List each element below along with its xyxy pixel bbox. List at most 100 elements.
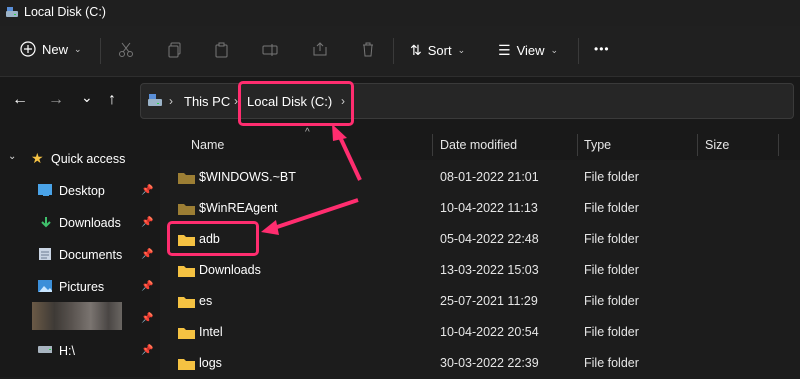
desktop-icon (38, 184, 52, 196)
highlight-box-address (238, 81, 354, 126)
sidebar-item-redacted[interactable]: 📌 (0, 302, 160, 334)
sidebar-item-label: Desktop (59, 184, 105, 198)
folder-icon (178, 204, 195, 215)
star-icon: ★ (31, 150, 44, 166)
column-divider[interactable] (432, 134, 433, 156)
sidebar-item-pictures[interactable]: Pictures 📌 (0, 272, 160, 302)
file-name: logs (199, 356, 222, 370)
sidebar-item-quick-access[interactable]: ⌄ ★ Quick access (0, 144, 160, 174)
file-type: File folder (584, 325, 639, 339)
file-date: 10-04-2022 20:54 (440, 325, 539, 339)
column-name[interactable]: Name (191, 138, 224, 152)
sort-label: Sort (427, 43, 452, 58)
chevron-right-icon: › (169, 94, 173, 108)
drive-icon (6, 7, 18, 17)
up-arrow-icon[interactable]: ↑ (108, 91, 116, 109)
paste-icon[interactable] (214, 42, 230, 58)
sidebar-item-h-drive[interactable]: H:\ 📌 (0, 336, 160, 366)
recent-locations-chevron-icon[interactable]: ⌄ (81, 89, 93, 106)
copy-icon[interactable] (167, 42, 183, 58)
toolbar-separator (578, 38, 579, 64)
sort-button[interactable]: ⇅ Sort ⌄ (410, 42, 465, 59)
pin-icon[interactable]: 📌 (141, 217, 153, 228)
column-divider[interactable] (697, 134, 698, 156)
sidebar-item-label: H:\ (59, 344, 75, 358)
new-label: New (42, 41, 69, 57)
file-name: $WINDOWS.~BT (199, 170, 296, 184)
file-date: 30-03-2022 22:39 (440, 356, 539, 370)
file-type: File folder (584, 294, 639, 308)
file-name: Downloads (199, 263, 261, 277)
forward-arrow-icon[interactable]: → (48, 91, 64, 109)
command-bar: New ⌄ ⇅ Sort ⌄ ☰ View ⌄ ••• (0, 26, 800, 77)
file-date: 05-04-2022 22:48 (440, 232, 539, 246)
view-button[interactable]: ☰ View ⌄ (498, 42, 558, 59)
navigation-bar: ← → ⌄ ↑ › This PC › Local Disk (C:) › (0, 77, 800, 130)
blurred-folder-icon (32, 302, 122, 330)
toolbar-separator (100, 38, 101, 64)
sidebar-item-label: Documents (59, 248, 123, 262)
pin-icon[interactable]: 📌 (141, 313, 153, 324)
navigation-pane: ⌄ ★ Quick access Desktop 📌 Downloads 📌 D… (0, 130, 160, 377)
folder-icon (178, 266, 195, 277)
toolbar-separator (393, 38, 394, 64)
folder-icon (178, 297, 195, 308)
sidebar-item-label: Pictures (59, 280, 105, 294)
file-date: 10-04-2022 11:13 (440, 201, 538, 215)
column-divider[interactable] (577, 134, 578, 156)
window-title: Local Disk (C:) (24, 5, 106, 19)
column-size[interactable]: Size (705, 138, 729, 152)
file-row[interactable]: Downloads 13-03-2022 15:03 File folder (160, 255, 800, 286)
sidebar-item-label: Quick access (51, 152, 126, 166)
delete-icon[interactable] (360, 41, 376, 57)
view-icon: ☰ (498, 42, 511, 58)
more-options-icon[interactable]: ••• (594, 42, 610, 56)
column-divider[interactable] (778, 134, 779, 156)
file-row[interactable]: Intel 10-04-2022 20:54 File folder (160, 317, 800, 348)
file-type: File folder (584, 263, 639, 277)
file-date: 08-01-2022 21:01 (440, 170, 539, 184)
sidebar-item-downloads[interactable]: Downloads 📌 (0, 208, 160, 238)
pin-icon[interactable]: 📌 (141, 345, 153, 356)
chevron-down-icon: ⌄ (74, 43, 82, 54)
sort-icon: ⇅ (410, 42, 422, 58)
file-date: 13-03-2022 15:03 (440, 263, 539, 277)
file-name: es (199, 294, 213, 308)
sidebar-item-label: Downloads (59, 216, 121, 230)
pin-icon[interactable]: 📌 (141, 185, 153, 196)
view-label: View (516, 43, 545, 58)
file-type: File folder (584, 201, 639, 215)
back-arrow-icon[interactable]: ← (12, 91, 28, 109)
sidebar-item-documents[interactable]: Documents 📌 (0, 240, 160, 270)
rename-icon[interactable] (262, 42, 278, 58)
share-icon[interactable] (312, 41, 328, 57)
sidebar-item-desktop[interactable]: Desktop 📌 (0, 176, 160, 206)
file-date: 25-07-2021 11:29 (440, 294, 538, 308)
file-type: File folder (584, 170, 639, 184)
folder-icon (178, 359, 195, 370)
chevron-down-icon[interactable]: ⌄ (8, 151, 16, 162)
new-button[interactable]: New ⌄ (20, 41, 82, 57)
cut-icon[interactable] (118, 42, 134, 58)
documents-icon (39, 248, 51, 260)
file-row[interactable]: $WINDOWS.~BT 08-01-2022 21:01 File folde… (160, 162, 800, 193)
file-row[interactable]: logs 30-03-2022 22:39 File folder (160, 348, 800, 379)
breadcrumb-this-pc[interactable]: This PC (184, 94, 230, 109)
column-date-modified[interactable]: Date modified (440, 138, 517, 152)
file-row[interactable]: $WinREAgent 10-04-2022 11:13 File folder (160, 193, 800, 224)
pictures-icon (38, 280, 52, 292)
sort-ascending-icon: ^ (305, 127, 310, 138)
file-type: File folder (584, 232, 639, 246)
drive-icon (38, 346, 52, 353)
folder-icon (178, 328, 195, 339)
pin-icon[interactable]: 📌 (141, 249, 153, 260)
download-icon (40, 217, 52, 228)
file-name: $WinREAgent (199, 201, 278, 215)
file-row[interactable]: es 25-07-2021 11:29 File folder (160, 286, 800, 317)
pin-icon[interactable]: 📌 (141, 281, 153, 292)
column-headers: ^ Name Date modified Type Size (160, 127, 800, 160)
chevron-down-icon: ⌄ (457, 45, 466, 55)
column-type[interactable]: Type (584, 138, 611, 152)
folder-icon (178, 173, 195, 184)
plus-circle-icon (20, 41, 36, 57)
